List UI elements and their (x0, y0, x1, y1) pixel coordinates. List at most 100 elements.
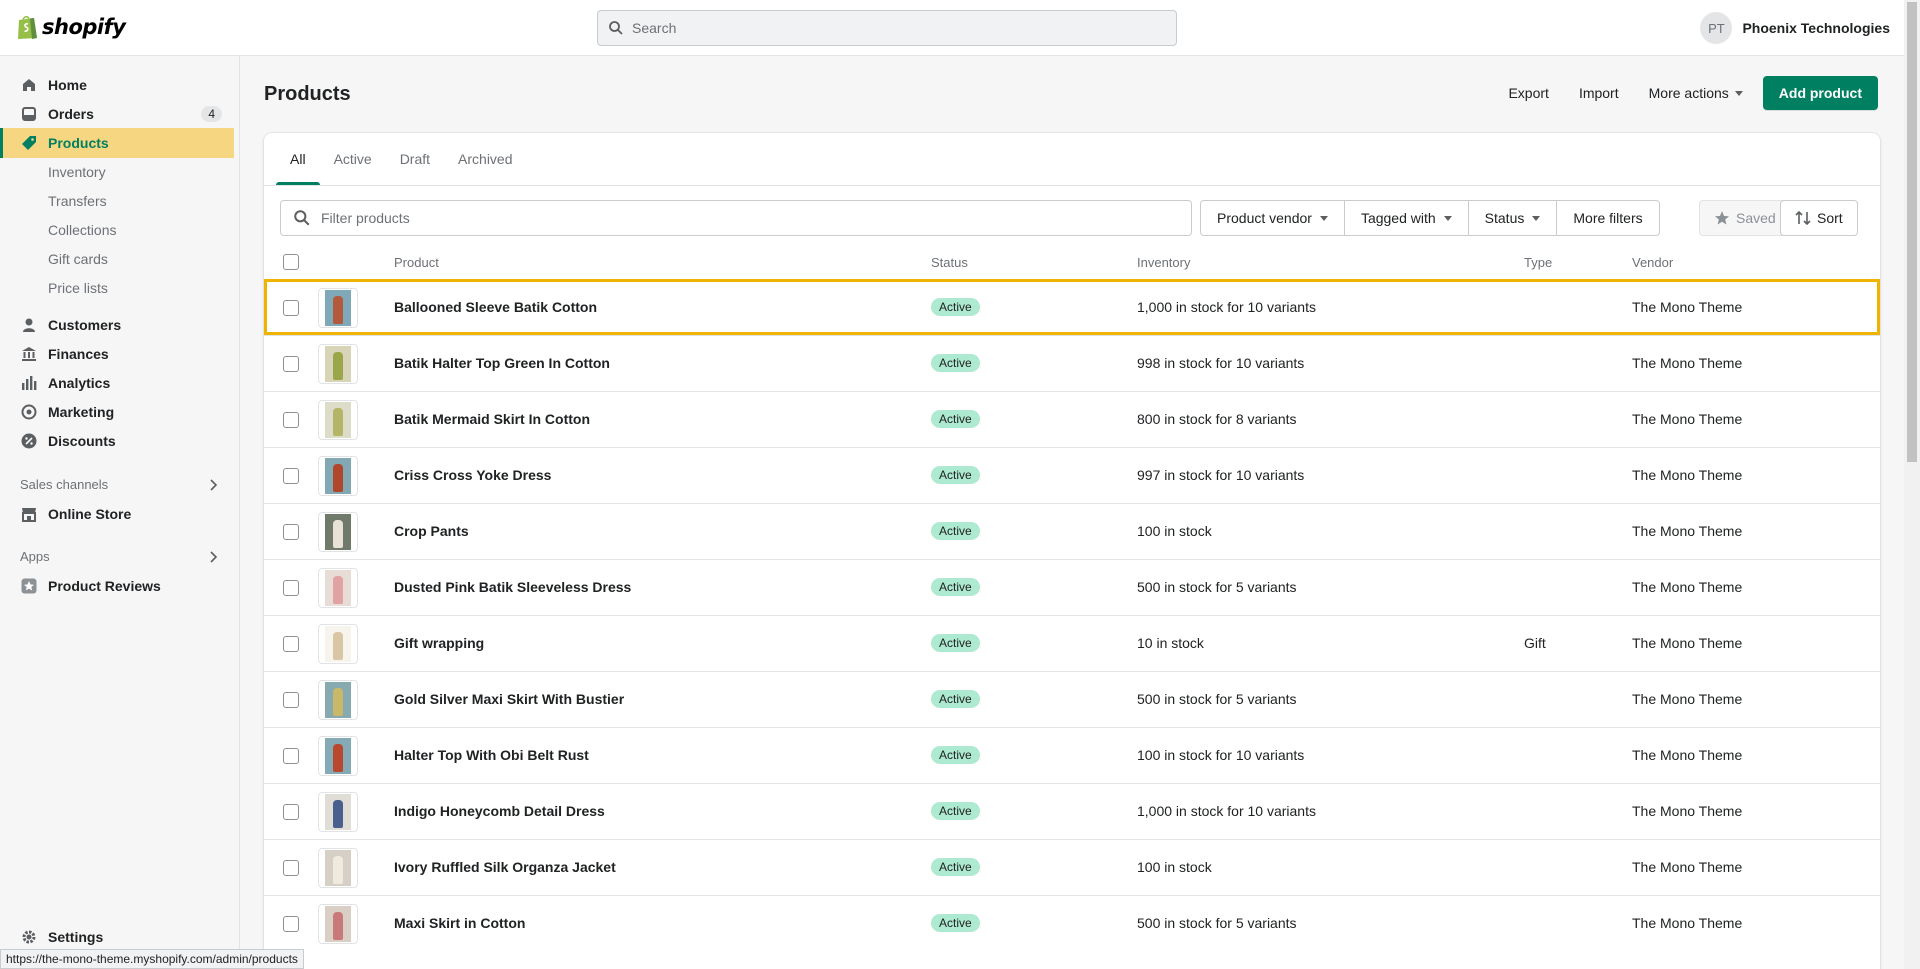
table-row[interactable]: Ivory Ruffled Silk Organza Jacket Active 1… (264, 839, 1880, 895)
table-row[interactable]: Ballooned Sleeve Batik Cotton Active 1,000… (264, 279, 1880, 335)
product-thumbnail[interactable] (318, 400, 358, 440)
product-thumbnail[interactable] (318, 288, 358, 328)
sidebar-item-home[interactable]: Home (0, 70, 234, 100)
product-name-link[interactable]: Gift wrapping (394, 635, 484, 651)
sidebar-item-marketing[interactable]: Marketing (0, 397, 234, 427)
add-product-button[interactable]: Add product (1762, 76, 1878, 110)
sidebar-sub-collections[interactable]: Collections (48, 216, 116, 244)
tab-active[interactable]: Active (320, 133, 386, 185)
row-checkbox[interactable] (283, 860, 299, 876)
sidebar-sub-price-lists[interactable]: Price lists (48, 274, 108, 302)
sidebar-item-finances[interactable]: Finances (0, 339, 234, 369)
store-name[interactable]: Phoenix Technologies (1742, 20, 1890, 36)
row-checkbox[interactable] (283, 748, 299, 764)
product-thumbnail[interactable] (318, 904, 358, 944)
product-name-link[interactable]: Indigo Honeycomb Detail Dress (394, 803, 605, 819)
sidebar-sub-transfers[interactable]: Transfers (48, 187, 107, 215)
row-checkbox[interactable] (283, 468, 299, 484)
chevron-right-icon[interactable] (206, 478, 220, 492)
tab-archived[interactable]: Archived (444, 133, 526, 185)
tab-all[interactable]: All (276, 133, 320, 185)
product-name-link[interactable]: Halter Top With Obi Belt Rust (394, 747, 589, 763)
table-row[interactable]: Maxi Skirt in Cotton Active 500 in stock f… (264, 895, 1880, 951)
tagged-with-filter[interactable]: Tagged with (1343, 200, 1469, 236)
inventory-value: 100 in stock (1137, 523, 1212, 539)
product-name-link[interactable]: Batik Halter Top Green In Cotton (394, 355, 610, 371)
row-checkbox[interactable] (283, 580, 299, 596)
row-checkbox[interactable] (283, 300, 299, 316)
sidebar-item-products[interactable]: Products (0, 128, 234, 158)
sidebar-sub-inventory[interactable]: Inventory (48, 158, 106, 186)
shopify-logo[interactable]: shopify (16, 14, 126, 40)
global-search-input[interactable]: Search (597, 10, 1177, 46)
sort-button[interactable]: Sort (1780, 200, 1858, 236)
row-checkbox[interactable] (283, 412, 299, 428)
table-row[interactable]: Indigo Honeycomb Detail Dress Active 1,000… (264, 783, 1880, 839)
sidebar-item-customers[interactable]: Customers (0, 310, 234, 340)
sidebar-item-discounts[interactable]: Discounts (0, 426, 234, 456)
product-thumbnail[interactable] (318, 792, 358, 832)
product-name-link[interactable]: Crop Pants (394, 523, 469, 539)
product-name-link[interactable]: Dusted Pink Batik Sleeveless Dress (394, 579, 631, 595)
table-row[interactable]: Gold Silver Maxi Skirt With Bustier Activ… (264, 671, 1880, 727)
row-checkbox[interactable] (283, 804, 299, 820)
product-thumbnail[interactable] (318, 680, 358, 720)
column-header-product[interactable]: Product (394, 255, 439, 270)
product-name-link[interactable]: Gold Silver Maxi Skirt With Bustier (394, 691, 624, 707)
product-thumbnail[interactable] (318, 456, 358, 496)
more-actions-button[interactable]: More actions (1639, 77, 1753, 109)
status-filter[interactable]: Status (1467, 200, 1558, 236)
chevron-right-icon[interactable] (206, 550, 220, 564)
sidebar-item-settings[interactable]: Settings (0, 922, 234, 952)
product-name-link[interactable]: Criss Cross Yoke Dress (394, 467, 551, 483)
status-badge: Active (931, 354, 980, 372)
product-thumbnail[interactable] (318, 568, 358, 608)
product-name-link[interactable]: Ballooned Sleeve Batik Cotton (394, 299, 597, 315)
tab-draft[interactable]: Draft (386, 133, 444, 185)
row-checkbox[interactable] (283, 636, 299, 652)
table-row[interactable]: Halter Top With Obi Belt Rust Active 100 i… (264, 727, 1880, 783)
product-thumbnail[interactable] (318, 736, 358, 776)
vertical-scrollbar[interactable] (1904, 0, 1920, 969)
sidebar-sub-gift-cards[interactable]: Gift cards (48, 245, 108, 273)
sidebar-item-product-reviews[interactable]: Product Reviews (0, 571, 234, 601)
vendor-value: The Mono Theme (1632, 467, 1743, 483)
product-thumbnail[interactable] (318, 624, 358, 664)
row-checkbox[interactable] (283, 692, 299, 708)
table-row[interactable]: Batik Mermaid Skirt In Cotton Active 800 i… (264, 391, 1880, 447)
import-button[interactable]: Import (1569, 77, 1629, 109)
apps-section[interactable]: Apps (20, 549, 220, 564)
export-button[interactable]: Export (1498, 77, 1558, 109)
product-vendor-filter[interactable]: Product vendor (1200, 200, 1345, 236)
filter-products-input[interactable]: Filter products (280, 200, 1192, 236)
product-name-link[interactable]: Ivory Ruffled Silk Organza Jacket (394, 859, 616, 875)
more-filters-button[interactable]: More filters (1556, 200, 1660, 236)
product-thumbnail[interactable] (318, 344, 358, 384)
row-checkbox[interactable] (283, 916, 299, 932)
row-checkbox[interactable] (283, 524, 299, 540)
column-header-type[interactable]: Type (1524, 255, 1552, 270)
sidebar-item-orders[interactable]: Orders 4 (0, 99, 234, 129)
product-name-link[interactable]: Batik Mermaid Skirt In Cotton (394, 411, 590, 427)
table-row[interactable]: Crop Pants Active 100 in stock The Mono The… (264, 503, 1880, 559)
avatar[interactable]: PT (1700, 12, 1733, 44)
column-header-vendor[interactable]: Vendor (1632, 255, 1673, 270)
user-menu[interactable]: PT Phoenix Technologies (1700, 12, 1890, 44)
select-all-checkbox[interactable] (283, 254, 299, 270)
scrollbar-thumb[interactable] (1907, 2, 1917, 462)
filter-placeholder: Filter products (321, 210, 410, 226)
column-header-inventory[interactable]: Inventory (1137, 255, 1190, 270)
column-header-status[interactable]: Status (931, 255, 968, 270)
product-thumbnail[interactable] (318, 512, 358, 552)
table-row[interactable]: Gift wrapping Active 10 in stock Gift The Mo… (264, 615, 1880, 671)
row-checkbox[interactable] (283, 356, 299, 372)
sidebar-item-analytics[interactable]: Analytics (0, 368, 234, 398)
product-thumbnail[interactable] (318, 848, 358, 888)
table-row[interactable]: Dusted Pink Batik Sleeveless Dress Active… (264, 559, 1880, 615)
saved-button[interactable]: Saved (1699, 200, 1791, 236)
table-row[interactable]: Batik Halter Top Green In Cotton Active 99… (264, 335, 1880, 391)
sales-channels-section[interactable]: Sales channels (20, 477, 220, 492)
table-row[interactable]: Criss Cross Yoke Dress Active 997 in stock… (264, 447, 1880, 503)
sidebar-item-online-store[interactable]: Online Store (0, 499, 234, 529)
product-name-link[interactable]: Maxi Skirt in Cotton (394, 915, 525, 931)
